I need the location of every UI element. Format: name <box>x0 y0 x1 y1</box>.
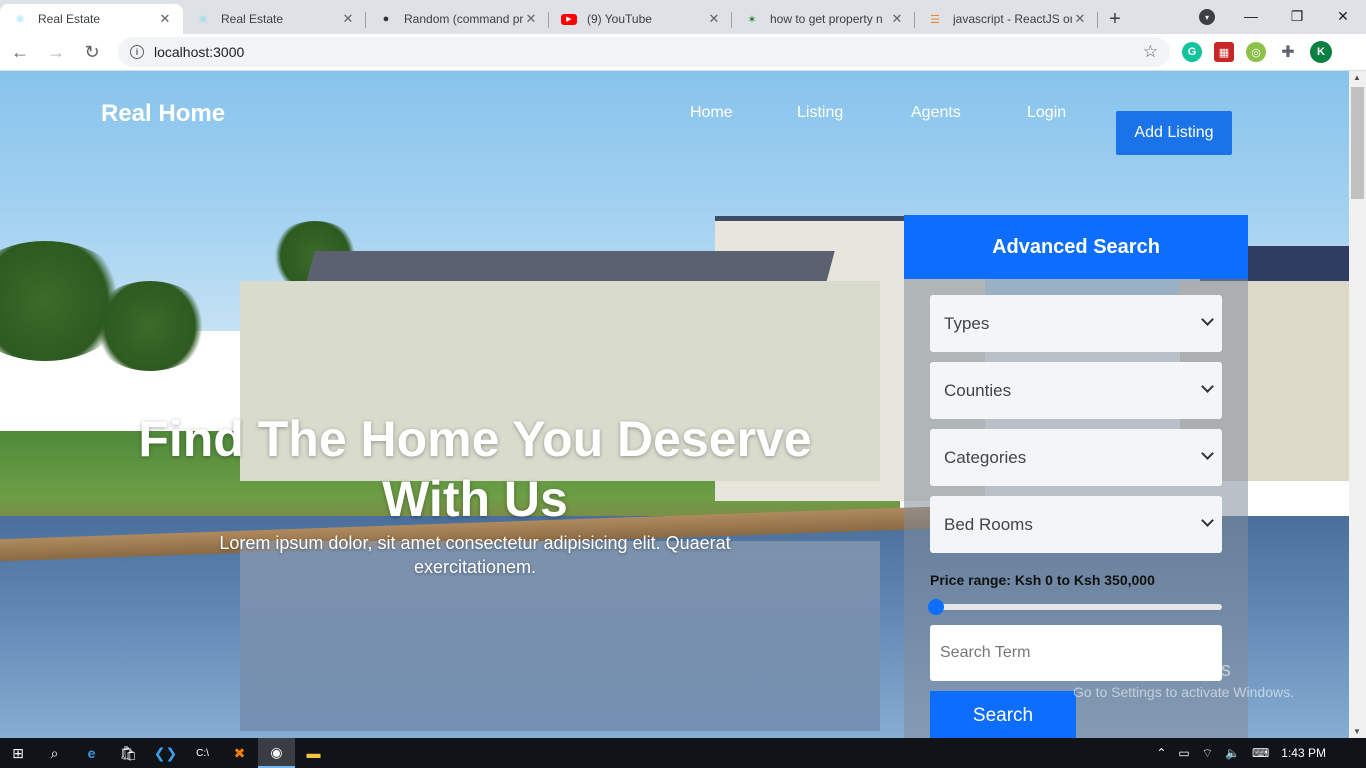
github-icon: ● <box>382 13 390 25</box>
tab-real-estate-1[interactable]: ⚛ Real Estate ✕ <box>0 4 183 34</box>
close-icon[interactable]: ✕ <box>523 11 539 27</box>
price-range-slider[interactable] <box>928 599 1222 615</box>
categories-select[interactable]: Categories <box>930 429 1222 486</box>
hero-subtitle: Lorem ipsum dolor, sit amet consectetur … <box>219 533 731 577</box>
close-icon[interactable]: ✕ <box>157 11 173 27</box>
page-scrollbar[interactable]: ▲ ▼ <box>1349 71 1366 738</box>
search-icon[interactable]: ⌕ <box>36 738 73 768</box>
tab-title: javascript - ReactJS on <box>953 12 1072 26</box>
nav-listing[interactable]: Listing <box>797 104 843 122</box>
chrome-icon[interactable]: ◉ <box>258 738 295 768</box>
clock[interactable]: 1:43 PM <box>1281 746 1326 760</box>
scrollbar-thumb[interactable] <box>1351 87 1364 199</box>
file-explorer-icon[interactable]: ▬ <box>295 738 332 768</box>
site-navigation: Home Listing Agents Login Add Listing <box>0 91 1349 155</box>
address-bar[interactable]: i localhost:3000 ☆ <box>118 37 1170 67</box>
grammarly-extension-icon[interactable]: G <box>1182 42 1202 62</box>
tab-youtube[interactable]: ▶ (9) YouTube ✕ <box>549 4 732 34</box>
reload-button[interactable]: ↻ <box>76 36 108 68</box>
terminal-icon[interactable]: C:\ <box>184 738 221 768</box>
windows-activation-watermark: Activate Windows Go to Settings to activ… <box>1073 659 1294 700</box>
xampp-icon[interactable]: ✖ <box>221 738 258 768</box>
store-icon[interactable]: 🛍 <box>110 738 147 768</box>
chevron-down-icon <box>1201 514 1214 527</box>
react-icon: ⚛ <box>198 13 208 26</box>
url-text: localhost:3000 <box>154 44 245 60</box>
bookmark-star-icon[interactable]: ☆ <box>1143 42 1158 62</box>
scroll-down-arrow-icon[interactable]: ▼ <box>1353 727 1361 736</box>
scroll-up-arrow-icon[interactable]: ▲ <box>1353 73 1361 82</box>
page-viewport: Real Home Home Listing Agents Login Add … <box>0 71 1349 738</box>
nav-home[interactable]: Home <box>690 104 733 122</box>
back-button[interactable]: ← <box>4 36 36 68</box>
youtube-icon: ▶ <box>561 11 577 27</box>
browser-toolbar: ← → ↻ i localhost:3000 ☆ G ▦ ◎ ✚ K <box>0 34 1366 71</box>
extension-color-icon[interactable]: ◎ <box>1246 42 1266 62</box>
battery-icon[interactable]: ▭ <box>1178 746 1189 760</box>
windows-start-icon[interactable]: ⊞ <box>0 738 36 768</box>
types-select[interactable]: Types <box>930 295 1222 352</box>
system-tray: ⌃ ▭ ⌔ 🔈 ⌨ 1:43 PM <box>1150 738 1366 768</box>
slider-thumb[interactable] <box>928 599 944 615</box>
new-tab-button[interactable]: + <box>1098 4 1132 34</box>
search-button[interactable]: Search <box>930 691 1076 738</box>
panel-title: Advanced Search <box>904 215 1248 279</box>
bedrooms-select[interactable]: Bed Rooms <box>930 496 1222 553</box>
tab-random[interactable]: ● Random (command pr ✕ <box>366 4 549 34</box>
nav-login[interactable]: Login <box>1027 104 1066 122</box>
close-window-button[interactable]: ✕ <box>1320 0 1366 32</box>
tab-stackoverflow[interactable]: ☰ javascript - ReactJS on ✕ <box>915 4 1098 34</box>
wifi-icon[interactable]: ⌔ <box>1202 746 1213 761</box>
minimize-button[interactable]: — <box>1228 0 1274 32</box>
vscode-icon[interactable]: ❮❯ <box>147 738 184 768</box>
close-icon[interactable]: ✕ <box>889 11 905 27</box>
tab-title: how to get property n <box>770 12 883 26</box>
close-icon[interactable]: ✕ <box>706 11 722 27</box>
profile-avatar[interactable]: K <box>1310 41 1332 63</box>
price-range-label: Price range: Ksh 0 to Ksh 350,000 <box>930 572 1155 588</box>
edge-icon[interactable]: e <box>73 738 110 768</box>
restore-button[interactable]: ❐ <box>1274 0 1320 32</box>
tab-title: Real Estate <box>221 12 284 26</box>
chevron-down-icon <box>1201 313 1214 326</box>
extensions-puzzle-icon[interactable]: ✚ <box>1278 42 1298 62</box>
add-listing-button[interactable]: Add Listing <box>1116 111 1232 155</box>
close-icon[interactable]: ✕ <box>340 11 356 27</box>
window-controls: — ❐ ✕ <box>1228 0 1366 32</box>
tab-search-icon[interactable]: ▾ <box>1199 9 1215 25</box>
volume-icon[interactable]: 🔈 <box>1225 746 1240 760</box>
forward-button[interactable]: → <box>40 36 72 68</box>
show-hidden-icons-icon[interactable]: ⌃ <box>1156 746 1166 760</box>
nav-agents[interactable]: Agents <box>911 104 961 122</box>
react-icon: ⚛ <box>15 13 25 26</box>
stackoverflow-icon: ☰ <box>930 13 940 26</box>
tab-property[interactable]: ✶ how to get property n ✕ <box>732 4 915 34</box>
tab-title: Real Estate <box>38 12 101 26</box>
hero-headline: Find The Home You Deserve With Us <box>138 411 812 527</box>
close-icon[interactable]: ✕ <box>1072 11 1088 27</box>
language-icon[interactable]: ⌨ <box>1252 746 1269 760</box>
extension-red-icon[interactable]: ▦ <box>1214 42 1234 62</box>
tab-strip: ⚛ Real Estate ✕ ⚛ Real Estate ✕ ● Random… <box>0 0 1366 34</box>
counties-select[interactable]: Counties <box>930 362 1222 419</box>
tab-title: Random (command pr <box>404 12 523 26</box>
windows-taskbar: ⊞ ⌕ e 🛍 ❮❯ C:\ ✖ ◉ ▬ ⌃ ▭ ⌔ 🔈 ⌨ 1:43 PM <box>0 738 1366 768</box>
tab-real-estate-2[interactable]: ⚛ Real Estate ✕ <box>183 4 366 34</box>
site-info-icon[interactable]: i <box>130 45 144 59</box>
chevron-down-icon <box>1201 447 1214 460</box>
chevron-down-icon <box>1201 380 1214 393</box>
site-icon: ✶ <box>747 13 757 26</box>
tab-title: (9) YouTube <box>587 12 652 26</box>
